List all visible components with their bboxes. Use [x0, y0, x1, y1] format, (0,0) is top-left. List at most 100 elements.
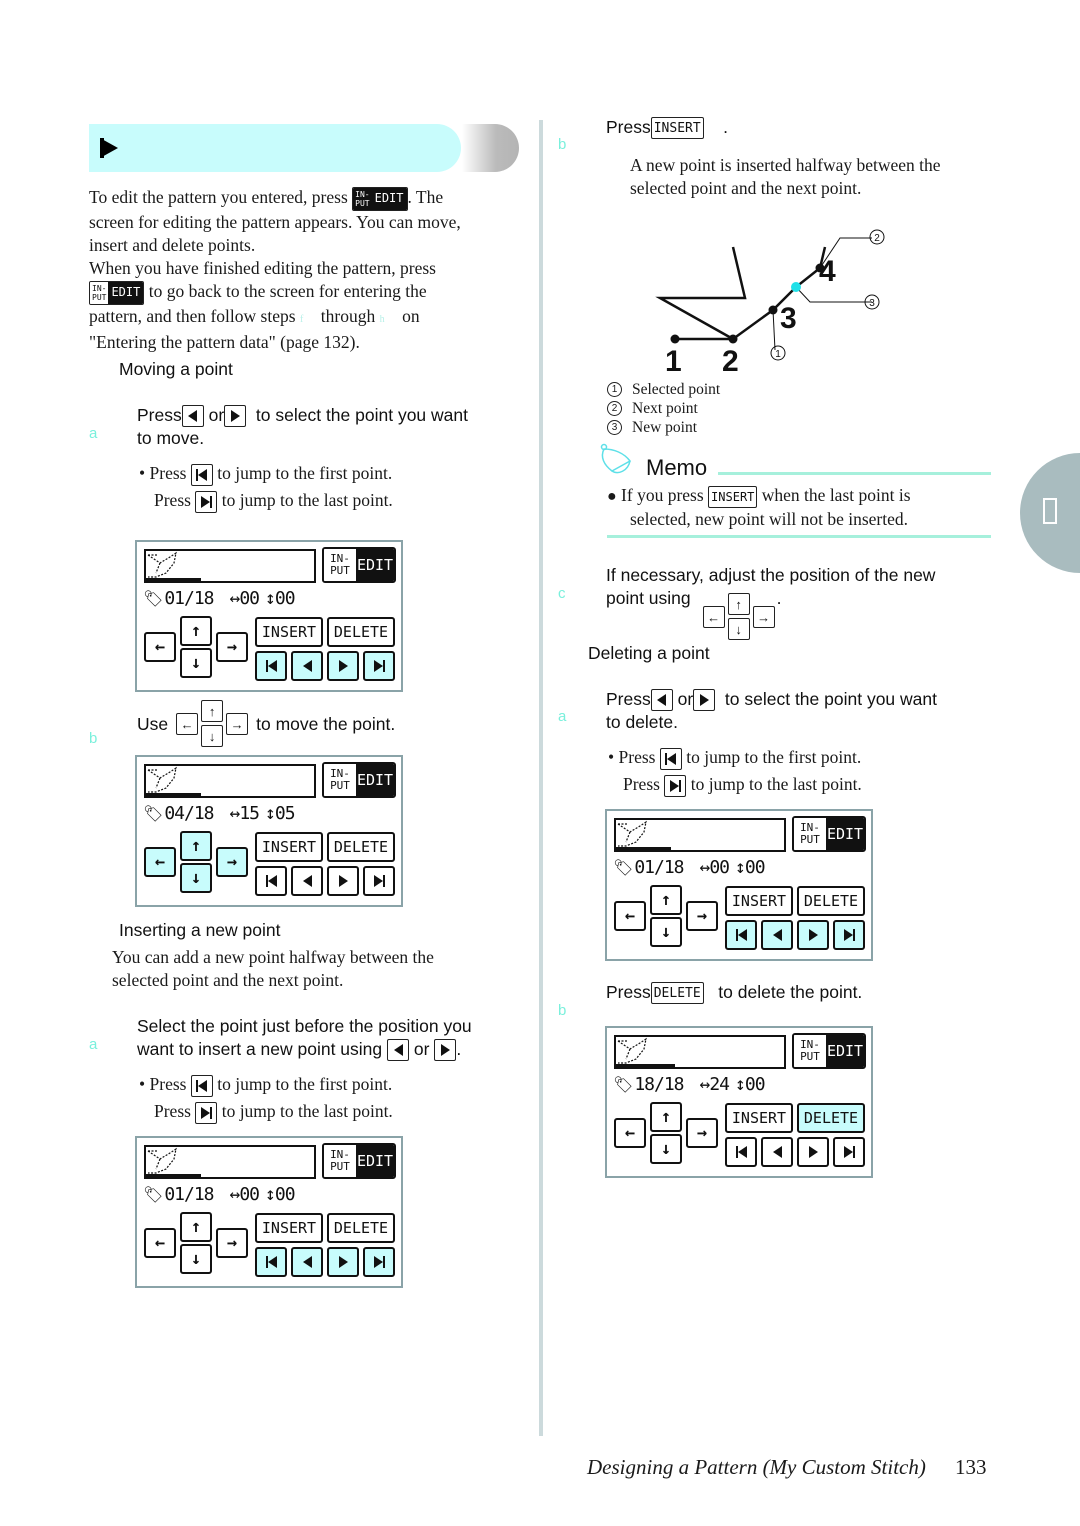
input-edit-button[interactable]: IN- PUT EDIT — [792, 816, 866, 852]
point-3-selected — [768, 305, 778, 315]
move-right-button[interactable]: → — [686, 901, 718, 931]
delete-button[interactable]: DELETE — [327, 832, 395, 862]
last-point-button[interactable] — [363, 866, 395, 896]
horizontal-arrow-icon: ↔ — [229, 1183, 241, 1205]
input-edit-button[interactable]: IN- PUT EDIT — [792, 1033, 866, 1069]
move-down-button[interactable]: ↓ — [180, 648, 212, 678]
next-point-key-icon — [434, 1039, 457, 1062]
insert-button[interactable]: INSERT — [725, 886, 793, 916]
move-left-button[interactable]: ← — [144, 847, 176, 877]
next-point-button[interactable] — [327, 651, 359, 681]
last-point-button[interactable] — [833, 1137, 865, 1167]
last-point-button[interactable] — [363, 1247, 395, 1277]
move-down-button[interactable]: ↓ — [180, 863, 212, 893]
move-right-button[interactable]: → — [216, 847, 248, 877]
first-point-button[interactable] — [725, 920, 757, 950]
next-point-button[interactable] — [327, 866, 359, 896]
first-point-key-icon — [659, 747, 682, 770]
move-up-button[interactable]: ↑ — [180, 831, 212, 861]
point-counter: 01/18 — [164, 587, 214, 609]
horizontal-offset: 00 — [239, 587, 260, 609]
move-left-button[interactable]: ← — [614, 901, 646, 931]
lcd-screen-4: IN- PUT EDIT 🏷 01/18 ↔ 00 ↕ 00 ← ↑ ↓ → IN… — [605, 809, 873, 961]
pattern-outline — [655, 246, 747, 341]
prev-point-key-icon — [181, 405, 204, 428]
insert-button[interactable]: INSERT — [255, 617, 323, 647]
next-point-button[interactable] — [797, 1137, 829, 1167]
horizontal-arrow-icon: ↔ — [229, 587, 241, 609]
prev-point-button[interactable] — [291, 1247, 323, 1277]
horizontal-arrow-icon: ↔ — [699, 1073, 711, 1095]
first-point-button[interactable] — [255, 651, 287, 681]
move-right-button[interactable]: → — [216, 1228, 248, 1258]
move-up-button[interactable]: ↑ — [650, 885, 682, 915]
inserting-bullets: • Press to jump to the first point. Pres… — [139, 1071, 393, 1125]
pattern-preview — [144, 764, 316, 798]
step-letter: a — [89, 1036, 98, 1053]
point-counter: 18/18 — [634, 1073, 684, 1095]
first-point-button[interactable] — [255, 1247, 287, 1277]
step-ref: h — [379, 313, 385, 325]
move-right-button[interactable]: → — [686, 1118, 718, 1148]
next-point-button[interactable] — [797, 920, 829, 950]
chapter-tab-icon — [1043, 498, 1057, 524]
point-status: 🏷 04/18 ↔ 15 ↕ 05 — [143, 802, 296, 824]
prev-point-key-icon — [650, 689, 673, 712]
memo-bell-icon — [600, 443, 632, 474]
last-point-button[interactable] — [833, 920, 865, 950]
move-left-button[interactable]: ← — [144, 632, 176, 662]
legend-item: 3 New point — [607, 418, 720, 437]
direction-keypad-icon: ← ↑ ↓ → — [176, 700, 249, 748]
move-up-button[interactable]: ↑ — [180, 616, 212, 646]
delete-button[interactable]: DELETE — [797, 1103, 865, 1133]
prev-point-button[interactable] — [291, 866, 323, 896]
input-edit-button[interactable]: IN- PUT EDIT — [322, 1143, 396, 1179]
insert-button[interactable]: INSERT — [255, 832, 323, 862]
prev-point-button[interactable] — [761, 920, 793, 950]
point-status: 🏷 01/18 ↔ 00 ↕ 00 — [613, 856, 766, 878]
move-down-button[interactable]: ↓ — [180, 1244, 212, 1274]
move-left-button[interactable]: ← — [144, 1228, 176, 1258]
prev-point-button[interactable] — [761, 1137, 793, 1167]
move-down-button[interactable]: ↓ — [650, 1134, 682, 1164]
move-up-button[interactable]: ↑ — [180, 1212, 212, 1242]
input-edit-button[interactable]: IN- PUT EDIT — [322, 547, 396, 583]
point-counter: 04/18 — [164, 802, 214, 824]
lcd-screen-5: IN- PUT EDIT 🏷 18/18 ↔ 24 ↕ 00 ← ↑ ↓ → IN… — [605, 1026, 873, 1178]
progress-bar — [146, 578, 202, 581]
move-down-button[interactable]: ↓ — [650, 917, 682, 947]
insert-button[interactable]: INSERT — [255, 1213, 323, 1243]
delete-button[interactable]: DELETE — [327, 1213, 395, 1243]
point-status: 🏷 01/18 ↔ 00 ↕ 00 — [143, 587, 296, 609]
first-point-button[interactable] — [255, 866, 287, 896]
horizontal-offset: 15 — [239, 802, 260, 824]
move-right-button[interactable]: → — [216, 632, 248, 662]
progress-bar — [616, 847, 672, 850]
prev-point-button[interactable] — [291, 651, 323, 681]
step-letter: c — [558, 585, 566, 602]
last-point-key-icon — [195, 1101, 218, 1124]
direction-keypad-icon: ← ↑ ↓ → — [702, 593, 775, 641]
move-left-button[interactable]: ← — [614, 1118, 646, 1148]
move-up-button[interactable]: ↑ — [650, 1102, 682, 1132]
last-point-button[interactable] — [363, 651, 395, 681]
pattern-preview — [144, 1145, 316, 1179]
moving-step-a: Press or to select the point you want to… — [137, 405, 468, 449]
inserting-heading: Inserting a new point — [119, 920, 281, 940]
input-edit-button[interactable]: IN- PUT EDIT — [322, 762, 396, 798]
horizontal-arrow-icon: ↔ — [229, 802, 241, 824]
moving-step-b: Use ← ↑ ↓ → to move the point. — [137, 700, 437, 748]
step-letter: a — [89, 425, 98, 442]
point-new — [791, 282, 801, 292]
first-point-button[interactable] — [725, 1137, 757, 1167]
delete-button[interactable]: DELETE — [327, 617, 395, 647]
section-header-bar — [89, 124, 461, 172]
vertical-arrow-icon: ↕ — [265, 802, 276, 824]
insert-button[interactable]: INSERT — [725, 1103, 793, 1133]
next-point-button[interactable] — [327, 1247, 359, 1277]
step-letter: b — [558, 136, 567, 153]
vertical-arrow-icon: ↕ — [265, 1183, 276, 1205]
intro-line: insert and delete points. — [89, 234, 256, 255]
progress-bar — [146, 1174, 202, 1177]
delete-button[interactable]: DELETE — [797, 886, 865, 916]
